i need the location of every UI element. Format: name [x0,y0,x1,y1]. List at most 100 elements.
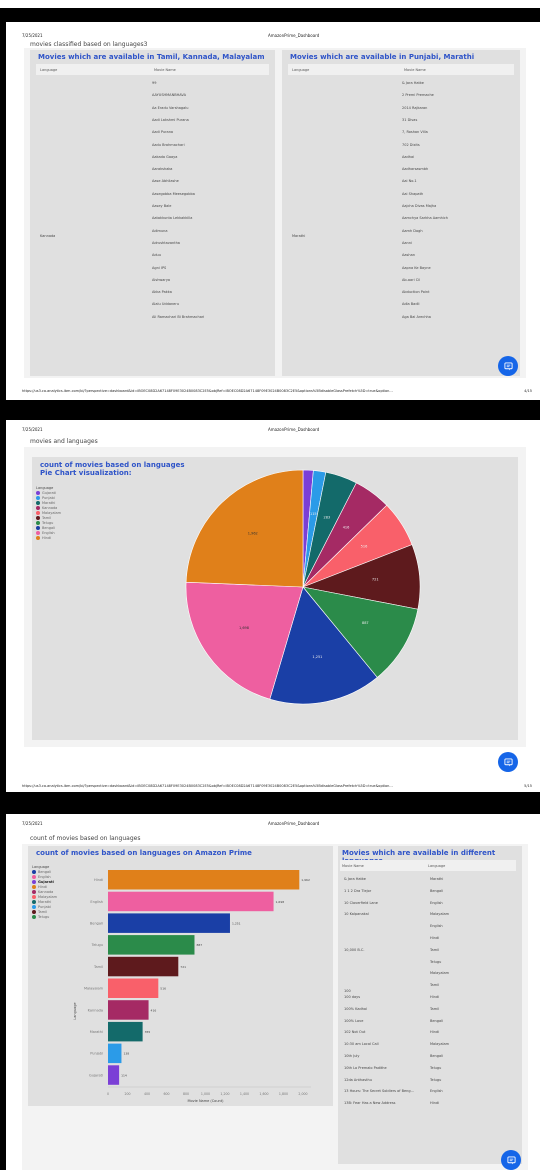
movie-name-cell: Aashan [402,253,415,258]
dashboard-panel: count of movies based on languages Pie Ch… [24,447,526,747]
footer-url[interactable]: https://us3.ca.analytics.ibm.com/bi/?per… [22,784,393,788]
bar-data-label: 416 [151,1008,157,1012]
pie-slice-hindi[interactable] [185,469,304,588]
dashboard-panel: count of movies based on languages on Am… [22,844,528,1170]
language-cell: Tamil [430,947,440,952]
table-title: Movies which are available in Tamil, Kan… [38,53,265,61]
chat-button[interactable] [498,356,518,376]
language-cell: English [430,1089,443,1094]
pie-data-label: 721 [372,578,379,582]
language-cell: Tamil [430,1006,440,1011]
language-cell: Hindi [430,995,440,999]
language-cell: Marathi [430,877,444,881]
y-tick-label: Malayalam [84,987,104,991]
column-header[interactable]: Language [428,864,445,868]
movie-name-cell: Aa Eradu Varshagalu [152,105,189,110]
bar-data-label: 1,698 [276,900,285,904]
movie-name-cell: 2 Premi Premache [402,93,434,98]
language-cell: Telugu [430,1077,442,1082]
bar-english[interactable] [108,891,274,912]
language-cell: Tamil [430,983,440,988]
movie-name-cell: Aapna Ke Bayne [402,265,431,270]
x-tick-label: 200 [124,1092,130,1096]
pie-data-label: 283 [323,515,330,519]
movie-name-cell: Adrushtavantha [152,240,180,245]
pie-data-label: 887 [362,621,369,625]
movie-name-cell: Aishwarya [152,277,171,282]
movie-name-cell: & Jara Hatke [344,877,366,881]
movie-name-cell: 10 Cloverfield Lane [344,900,378,905]
bar-punjabi[interactable] [108,1043,122,1064]
movie-name-cell: & Jara Hatke [402,81,424,85]
chat-button[interactable] [501,1150,521,1170]
pie-chart-card: count of movies based on languages Pie Ch… [32,457,518,740]
x-tick-label: 1,600 [259,1092,268,1096]
y-axis-label: Language [73,1002,77,1019]
bar-data-label: 138 [123,1052,129,1056]
movie-name-cell: 100% Kadhal [344,1006,368,1011]
chat-icon [503,361,513,370]
pie-chart: 115 283 416 516 721 887 1,251 1,698 1,962 [185,469,421,705]
bar-kannada[interactable] [108,1000,149,1020]
print-date: 7/25/2021 [22,427,43,432]
movie-name-cell: Abduction Point [402,290,430,295]
bar-tamil[interactable] [108,956,179,977]
x-tick-label: 2,000 [298,1092,307,1096]
bar-gujarati[interactable] [108,1065,120,1085]
page-3: 7/25/2021 AmazonPrime_Dashboard count of… [6,814,540,1170]
movie-name-cell: Aarakshaka [152,167,173,172]
app-title: AmazonPrime_Dashboard [268,33,320,38]
movie-name-cell: 10th Lo Premalo Padithe [344,1065,387,1070]
language-cell: English [430,924,443,929]
x-tick-label: 600 [163,1092,169,1096]
bar-data-label: 1,251 [232,921,241,925]
chat-button[interactable] [498,752,518,772]
movie-name-cell: Aanni [402,240,412,245]
y-tick-label: Kannada [88,1008,103,1012]
bar-malayalam[interactable] [108,978,159,999]
bar-bengali[interactable] [108,913,230,933]
page-title: movies and languages [30,438,98,445]
movie-name-cell: 100% Love [344,1018,364,1023]
language-cell: Malayalam [430,971,450,976]
bar-data-label: 355 [145,1030,151,1034]
bar-telugu[interactable] [108,935,195,955]
table-tamil-kannada-malayalam: Movies which are available in Tamil, Kan… [30,50,275,376]
table-different-languages: Movies which are available in different … [338,846,522,1164]
bar-marathi[interactable] [108,1021,143,1042]
movie-name-cell: 10:30 am Local Call [344,1042,379,1047]
movie-name-cell: Agni IPS [152,265,167,270]
footer-url[interactable]: https://us3.ca.analytics.ibm.com/bi/?per… [22,389,393,393]
movie-name-cell: Aai No.1 [402,179,417,184]
x-tick-label: 1,400 [240,1092,249,1096]
y-tick-label: Tamil [93,965,103,969]
column-header[interactable]: Movie Name [404,68,426,72]
print-date: 7/25/2021 [22,821,43,826]
table-header: Language Movie Name [288,64,514,75]
top-strip [0,0,540,8]
movie-name-cell: Aajcha Divas Majha [402,204,437,208]
movie-name-cell: Aamh Dogh [402,228,423,233]
column-header[interactable]: Language [292,68,309,72]
page-number: 5/15 [524,784,532,788]
movie-name-cell: Aadharsasmbh [402,167,429,172]
column-header[interactable]: Movie Name [154,68,176,72]
pie-data-label: 1,698 [239,626,249,630]
language-cell: Marathi [292,234,306,238]
column-header[interactable]: Movie Name [342,864,364,868]
column-header[interactable]: Language [40,68,57,72]
movie-name-cell: 100 [344,989,351,994]
movie-name-cell: Aai Shapath [402,191,424,196]
movie-name-cell: 7, Roshan Villa [402,130,428,135]
movie-name-cell: Aamchya Sarkha Aamhich [402,216,449,221]
bar-data-label: 721 [180,965,186,969]
movie-name-cell: 31 Divas [402,117,418,122]
chat-icon [506,1155,516,1164]
movie-name-cell: 702 Dixits [402,142,420,147]
y-tick-label: Hindi [94,878,103,882]
bar-data-label: 1,962 [301,878,310,882]
movie-name-cell: 102 Not Out [344,1030,366,1035]
bar-hindi[interactable] [108,870,300,890]
language-cell: Kannada [40,234,56,238]
movie-name-cell: 2014 Rajkaran [402,105,428,110]
